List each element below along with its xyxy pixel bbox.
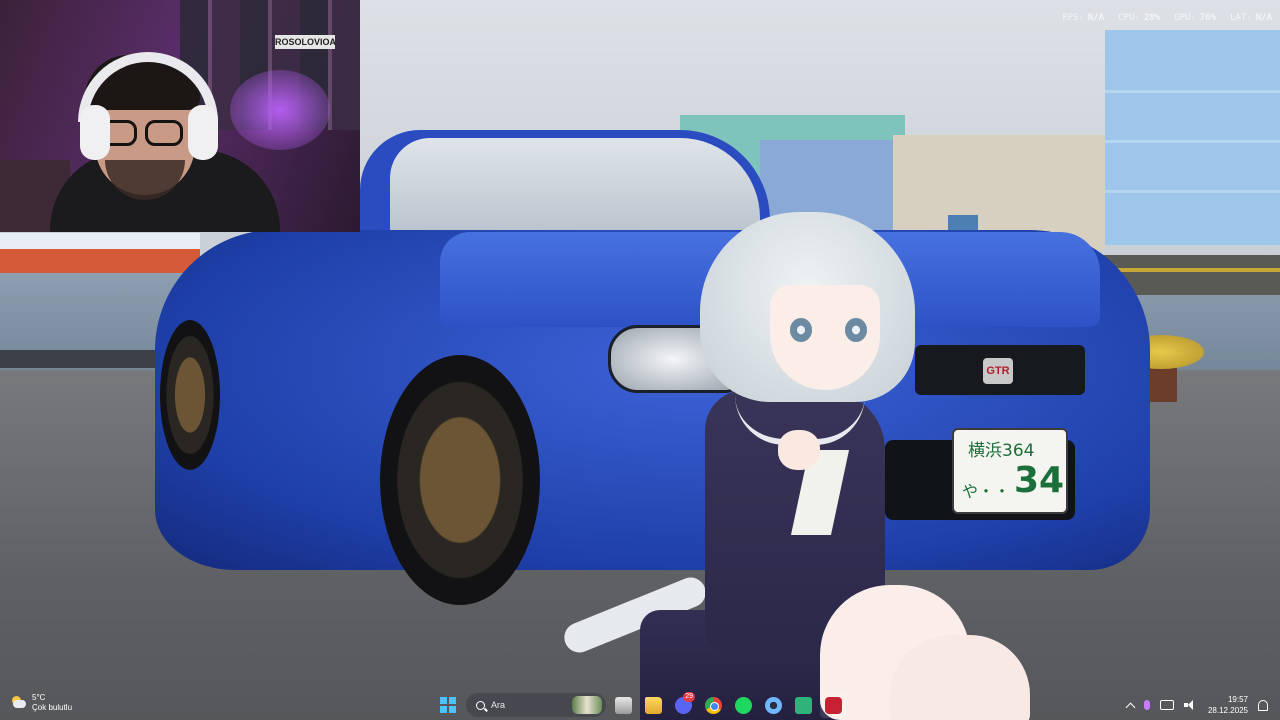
- plate-region: 横浜364: [968, 441, 1035, 461]
- performance-overlay: FPS: N/A CPU: 28% GPU: 76% LAT: N/A: [1062, 13, 1272, 23]
- plate-number: 34: [1014, 460, 1065, 501]
- red-app-button[interactable]: [820, 692, 846, 718]
- settings-gear-icon: [764, 696, 782, 714]
- weather-temp: 5°C: [32, 693, 46, 702]
- notification-badge: 29: [683, 692, 695, 702]
- stat-fps: FPS: N/A: [1062, 13, 1105, 23]
- wallpaper-ship: [0, 233, 200, 273]
- clock-date: 28.12.2025: [1207, 706, 1248, 715]
- car-front-wheel: [380, 355, 540, 605]
- chrome-button[interactable]: [700, 692, 726, 718]
- car-emblem: GTR: [983, 358, 1013, 384]
- microphone-icon[interactable]: [1143, 700, 1150, 710]
- character-hand: [778, 430, 820, 470]
- network-icon[interactable]: [1159, 700, 1174, 710]
- task-view-button[interactable]: [610, 692, 636, 718]
- character-eye: [790, 318, 812, 342]
- taskbar-center: Ara 29: [434, 691, 846, 719]
- clock-time: 19:57: [1227, 695, 1248, 704]
- windows-logo-icon: [440, 697, 456, 713]
- start-button[interactable]: [434, 691, 462, 719]
- app-cube-button[interactable]: [790, 692, 816, 718]
- discord-button[interactable]: 29: [670, 692, 696, 718]
- spotify-icon: [734, 696, 752, 714]
- stat-latency: LAT: N/A: [1230, 13, 1272, 23]
- search-placeholder: Ara: [491, 700, 506, 710]
- car-rear-wheel: [160, 320, 220, 470]
- webcam-overlay: ROSOLOVIOA: [0, 0, 360, 232]
- stat-gpu: GPU: 76%: [1174, 13, 1217, 23]
- character-eye: [845, 318, 867, 342]
- chrome-icon: [704, 696, 722, 714]
- taskbar: 5°C Çok bulutlu Ara 29 19:57 28.12.2025: [0, 688, 1280, 720]
- red-app-icon: [824, 696, 842, 714]
- clock[interactable]: 19:57 28.12.2025: [1208, 694, 1248, 716]
- system-tray: 19:57 28.12.2025: [1125, 691, 1268, 719]
- search-highlight-image: [572, 696, 602, 714]
- webcam-neon-light: [230, 70, 330, 150]
- chevron-up-icon[interactable]: [1125, 702, 1136, 712]
- plate-kana: や・・: [962, 482, 1011, 501]
- license-plate: 横浜364 や・・ 34: [952, 428, 1068, 514]
- app-cube-icon: [794, 696, 812, 714]
- weather-widget[interactable]: 5°C Çok bulutlu: [10, 693, 72, 713]
- search-icon: [476, 700, 485, 710]
- task-view-icon: [614, 696, 632, 714]
- file-explorer-icon: [644, 696, 662, 714]
- webcam-poster-text: ROSOLOVIOA: [275, 35, 337, 49]
- stat-cpu: CPU: 28%: [1118, 13, 1161, 23]
- notification-bell-icon[interactable]: [1258, 699, 1268, 711]
- search-box[interactable]: Ara: [466, 693, 606, 717]
- partly-cloudy-icon: [10, 696, 26, 710]
- spotify-button[interactable]: [730, 692, 756, 718]
- file-explorer-button[interactable]: [640, 692, 666, 718]
- weather-desc: Çok bulutlu: [32, 703, 73, 712]
- settings-button[interactable]: [760, 692, 786, 718]
- car-windshield: [390, 138, 760, 238]
- volume-icon[interactable]: [1183, 700, 1198, 710]
- wallpaper-building: [1105, 30, 1280, 245]
